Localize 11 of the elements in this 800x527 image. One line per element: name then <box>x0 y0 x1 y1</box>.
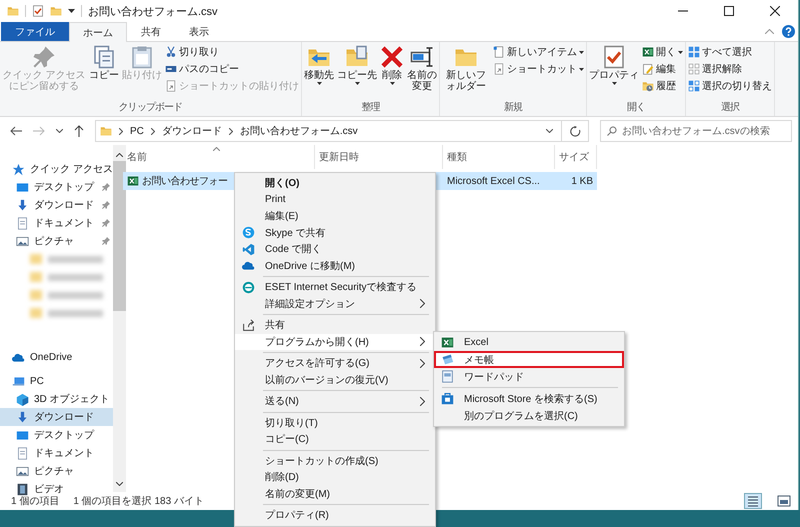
group-label: 新規 <box>504 102 522 114</box>
file-name: お問い合わせフォー <box>142 175 228 188</box>
table-cell-text: Microsoft Excel CS... <box>446 174 541 188</box>
group-label: 開く <box>626 102 646 114</box>
window-title: お問い合わせフォーム.csv <box>88 4 218 18</box>
group-label: 整理 <box>361 102 380 114</box>
group-label: 選択 <box>720 102 740 114</box>
status-text: 1 個の項目を選択 183 バイト <box>73 495 204 508</box>
group-label: クリップボード <box>118 102 182 114</box>
status-text: 1 個の項目 <box>11 495 60 508</box>
table-cell-text: 1 KB <box>570 174 594 188</box>
